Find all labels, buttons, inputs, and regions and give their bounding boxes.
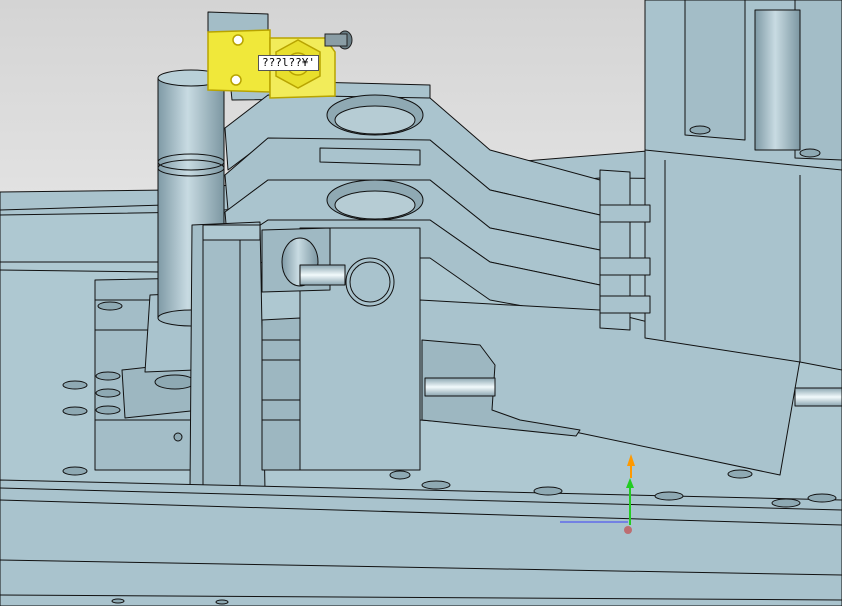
pivot-pin [345, 257, 395, 307]
guide-rod [424, 377, 496, 397]
cad-model-scene[interactable] [0, 0, 842, 606]
vertical-slide [189, 221, 266, 491]
selection-tooltip: ???l??¥' [258, 55, 319, 71]
cad-3d-viewport[interactable]: ???l??¥' [0, 0, 842, 606]
